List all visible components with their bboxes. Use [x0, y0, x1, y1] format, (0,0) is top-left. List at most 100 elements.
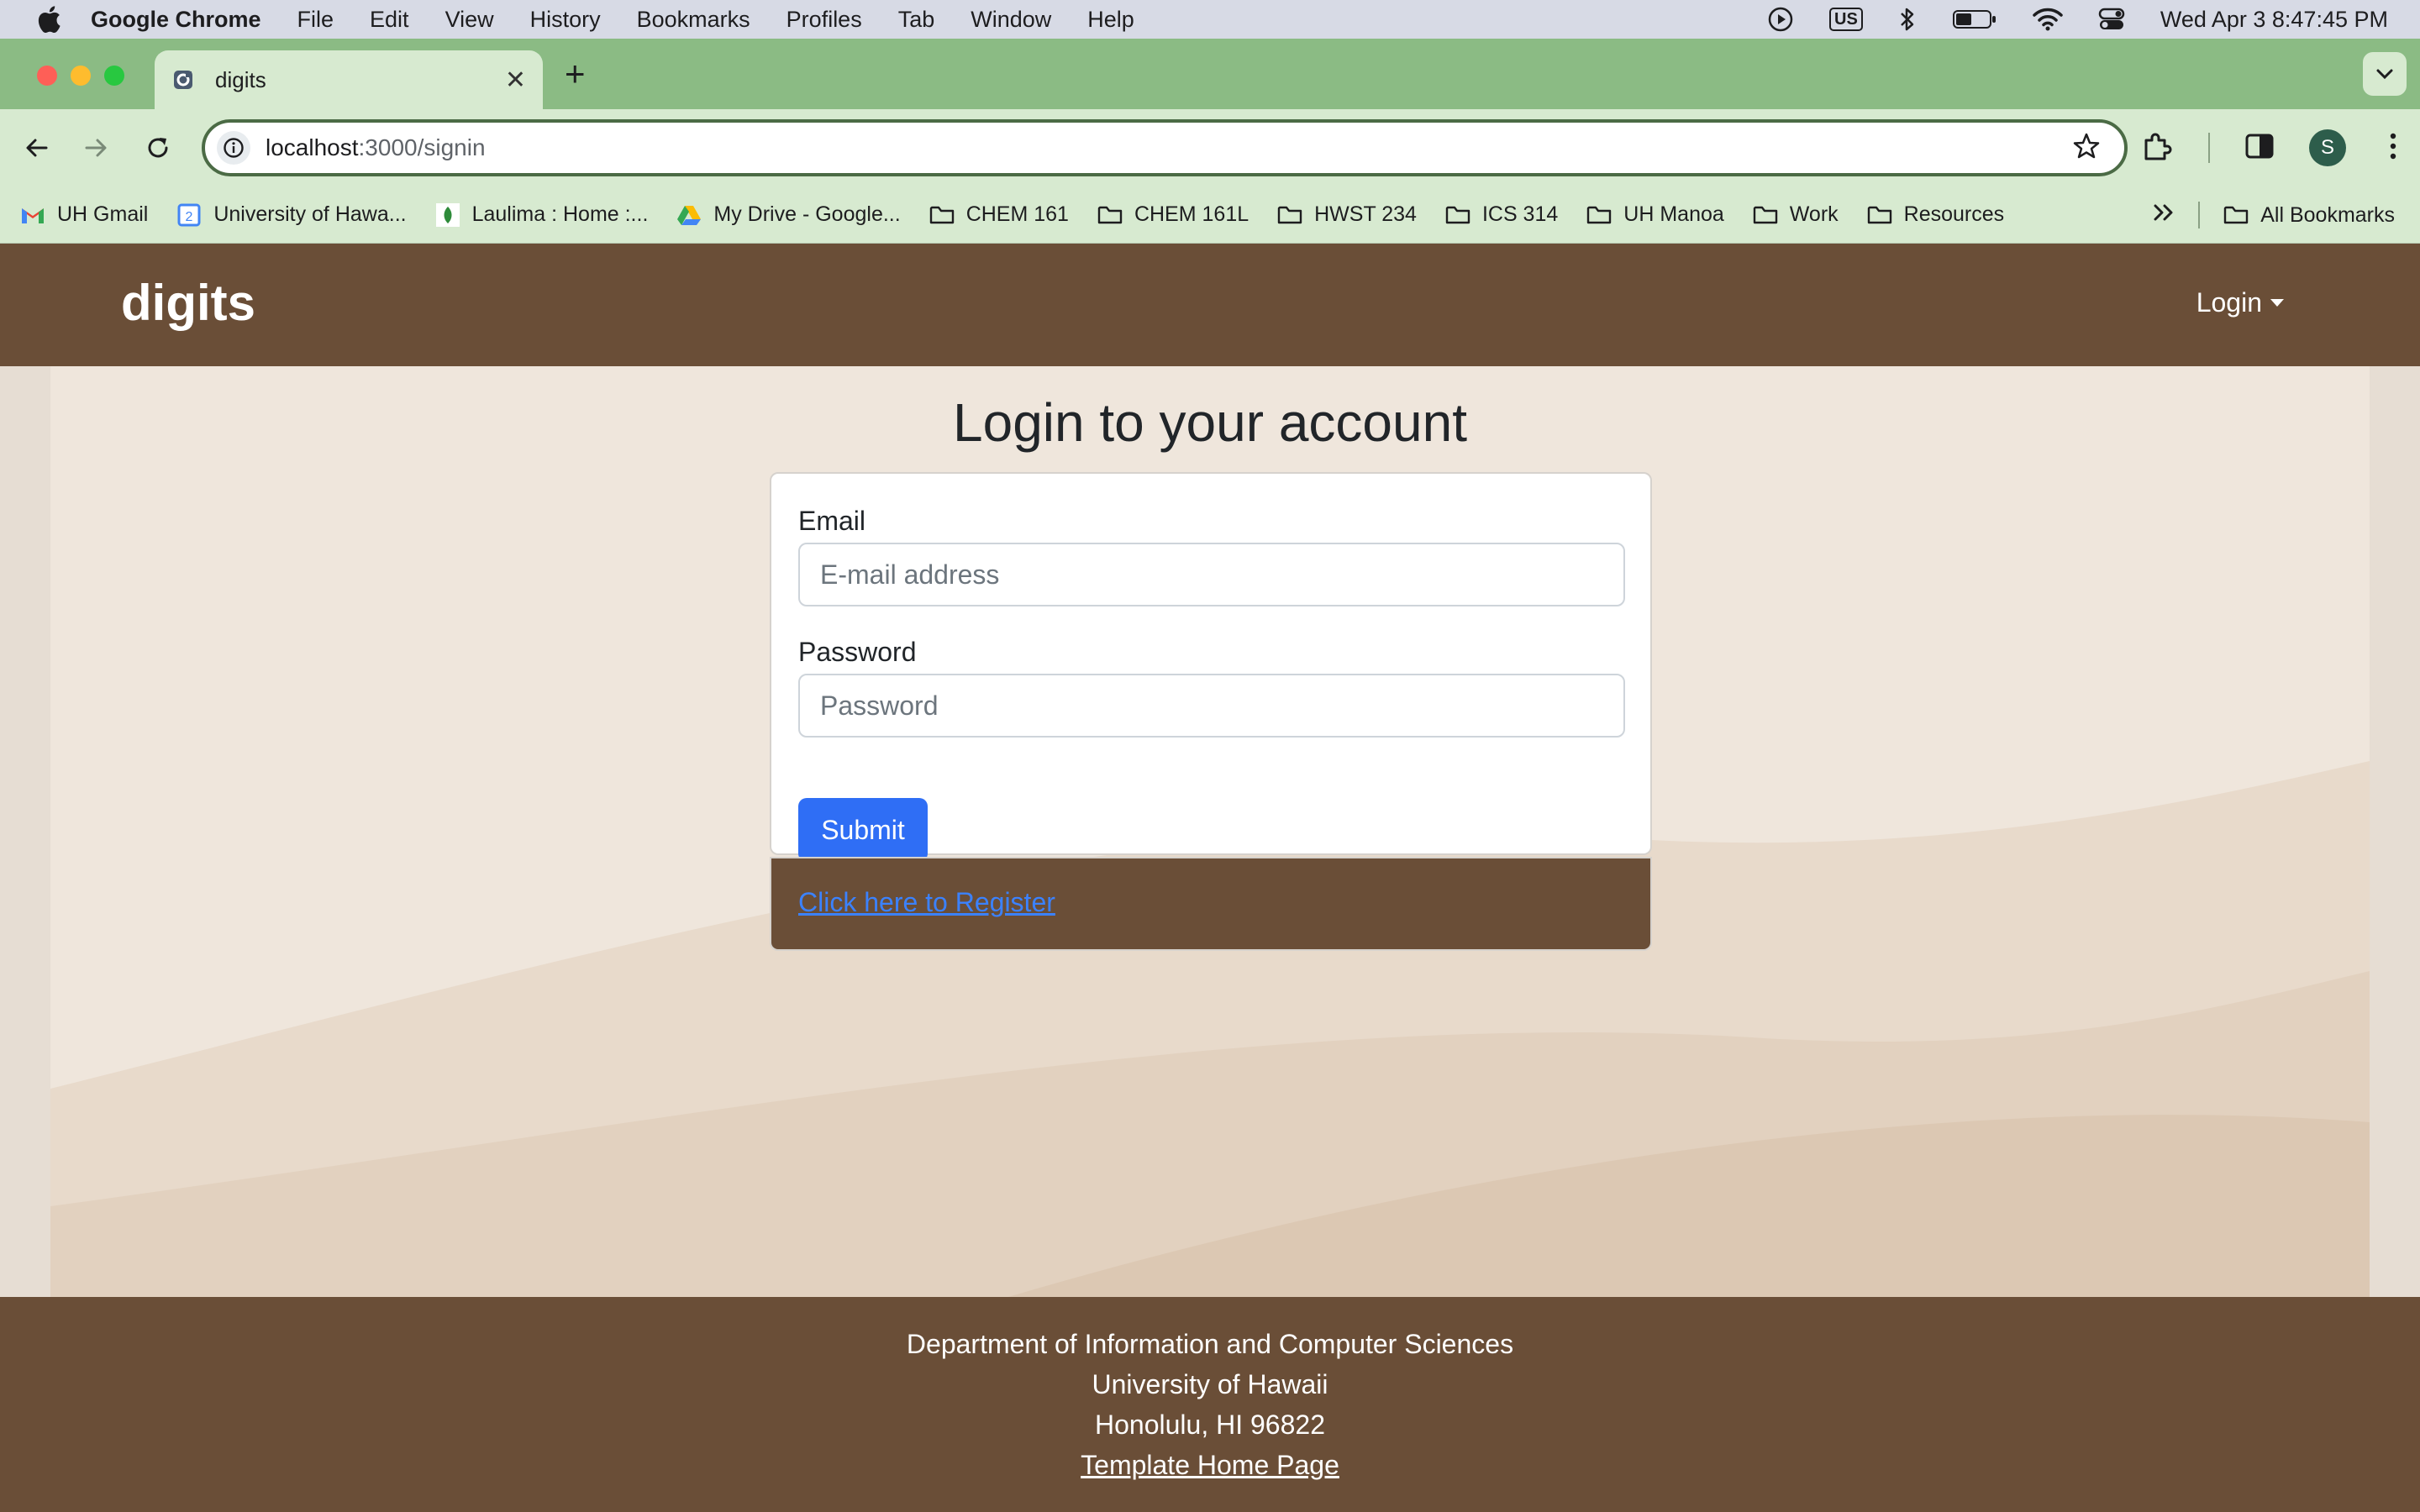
back-arrow-icon[interactable] [18, 129, 55, 166]
register-footer: Click here to Register [770, 857, 1652, 951]
caret-down-icon [2270, 299, 2284, 307]
browser-toolbar: localhost:3000/signin S [0, 109, 2420, 186]
email-label: Email [798, 506, 866, 536]
password-field[interactable] [798, 674, 1625, 738]
bookmarks-overflow-chevron-icon[interactable] [2153, 203, 2175, 228]
page-title: Login to your account [953, 392, 1467, 453]
tab-title: digits [215, 66, 266, 92]
bookmarks-bar: UH Gmail 2 University of Hawa... Laulima… [0, 186, 2420, 244]
browser-tab-strip: digits ✕ + [0, 39, 2420, 109]
laulima-icon [435, 202, 460, 228]
browser-tab-active[interactable]: digits ✕ [155, 50, 543, 109]
tab-favicon-icon [171, 68, 195, 92]
site-info-icon[interactable] [217, 131, 250, 165]
bookmark-label: CHEM 161L [1134, 202, 1249, 226]
bookmark-label: HWST 234 [1314, 202, 1417, 226]
folder-icon [1277, 202, 1302, 228]
minimize-window-button[interactable] [71, 66, 91, 86]
submit-button[interactable]: Submit [798, 798, 928, 862]
page-footer: Department of Information and Computer S… [0, 1297, 2420, 1512]
bookmark-star-icon[interactable] [2072, 132, 2101, 165]
bookmark-university-of-hawaii[interactable]: 2 University of Hawa... [176, 202, 407, 228]
bookmark-label: Laulima : Home :... [471, 202, 649, 226]
footer-address: Honolulu, HI 96822 [1095, 1410, 1325, 1440]
footer-university: University of Hawaii [1092, 1369, 1328, 1399]
bookmark-label: Resources [1903, 202, 2005, 226]
bookmark-folder-hwst234[interactable]: HWST 234 [1277, 202, 1417, 228]
apple-menu-icon[interactable] [32, 3, 66, 36]
template-home-link[interactable]: Template Home Page [1081, 1450, 1339, 1480]
reload-icon[interactable] [139, 129, 176, 166]
input-source-indicator[interactable]: US [1829, 8, 1863, 31]
bookmark-laulima[interactable]: Laulima : Home :... [435, 202, 649, 228]
folder-icon [929, 202, 955, 228]
folder-icon [1445, 202, 1470, 228]
bookmark-label: University of Hawa... [213, 202, 407, 226]
control-center-icon[interactable] [2098, 8, 2125, 31]
folder-icon [1753, 202, 1778, 228]
all-bookmarks-label: All Bookmarks [2260, 202, 2395, 227]
wifi-icon[interactable] [2033, 8, 2063, 31]
menu-file[interactable]: File [297, 7, 334, 33]
bookmark-label: My Drive - Google... [713, 202, 901, 226]
bookmark-my-drive[interactable]: My Drive - Google... [676, 202, 901, 228]
window-controls [37, 66, 138, 86]
all-bookmarks-button[interactable]: All Bookmarks [2223, 202, 2395, 228]
register-link[interactable]: Click here to Register [798, 887, 1055, 918]
bookmark-folder-uh-manoa[interactable]: UH Manoa [1586, 202, 1724, 228]
bookmark-label: Work [1789, 202, 1839, 226]
email-field[interactable] [798, 543, 1625, 606]
forward-arrow-icon[interactable] [77, 129, 114, 166]
bookmark-uh-gmail[interactable]: UH Gmail [20, 202, 148, 228]
macos-menu-bar: Google Chrome File Edit View History Boo… [0, 0, 2420, 39]
footer-department: Department of Information and Computer S… [906, 1329, 1514, 1359]
side-panel-icon[interactable] [2245, 134, 2274, 163]
drive-icon [676, 202, 702, 228]
app-navbar: digits Login [0, 244, 2420, 366]
svg-text:2: 2 [186, 210, 193, 224]
url-text[interactable]: localhost:3000/signin [266, 134, 2072, 161]
menu-app-name[interactable]: Google Chrome [91, 7, 261, 33]
folder-icon [1586, 202, 1612, 228]
tab-search-chevron-icon[interactable] [2363, 52, 2407, 96]
menu-edit[interactable]: Edit [370, 7, 409, 33]
bookmark-folder-ics314[interactable]: ICS 314 [1445, 202, 1558, 228]
extensions-puzzle-icon[interactable] [2141, 130, 2173, 166]
more-menu-kebab-icon[interactable] [2390, 133, 2396, 164]
bookmark-label: CHEM 161 [965, 202, 1069, 226]
brand-logo-text[interactable]: digits [121, 274, 255, 332]
zoom-window-button[interactable] [104, 66, 124, 86]
login-dropdown-toggle[interactable]: Login [2196, 287, 2284, 318]
login-dropdown-label: Login [2196, 287, 2262, 318]
close-window-button[interactable] [37, 66, 57, 86]
profile-avatar[interactable]: S [2309, 129, 2346, 166]
address-bar[interactable]: localhost:3000/signin [202, 119, 2128, 176]
url-host: localhost [266, 134, 359, 160]
media-play-icon[interactable] [1767, 6, 1794, 33]
bookmark-folder-chem161[interactable]: CHEM 161 [929, 202, 1069, 228]
bookmark-folder-resources[interactable]: Resources [1867, 202, 2005, 228]
folder-icon [1097, 202, 1123, 228]
menu-help[interactable]: Help [1087, 7, 1134, 33]
menu-bookmarks[interactable]: Bookmarks [637, 7, 750, 33]
menu-window[interactable]: Window [971, 7, 1051, 33]
menu-profiles[interactable]: Profiles [786, 7, 862, 33]
password-label: Password [798, 637, 917, 667]
gmail-icon [20, 202, 45, 228]
tab-close-icon[interactable]: ✕ [505, 66, 526, 95]
menu-clock[interactable]: Wed Apr 3 8:47:45 PM [2160, 7, 2388, 33]
folder-icon [1867, 202, 1892, 228]
menu-history[interactable]: History [530, 7, 601, 33]
new-tab-plus-icon[interactable]: + [565, 54, 586, 94]
menu-view[interactable]: View [445, 7, 494, 33]
login-form-card: Email Password Submit [770, 472, 1652, 862]
bookmark-label: UH Manoa [1623, 202, 1724, 226]
bookmark-folder-work[interactable]: Work [1753, 202, 1839, 228]
folder-icon [2223, 202, 2249, 228]
web-page: digits Login Login to your account Email… [0, 244, 2420, 1512]
battery-icon[interactable] [1952, 8, 1997, 30]
menu-tab[interactable]: Tab [898, 7, 935, 33]
toolbar-divider [2208, 133, 2210, 163]
bluetooth-icon[interactable] [1898, 6, 1917, 33]
bookmark-folder-chem161l[interactable]: CHEM 161L [1097, 202, 1249, 228]
